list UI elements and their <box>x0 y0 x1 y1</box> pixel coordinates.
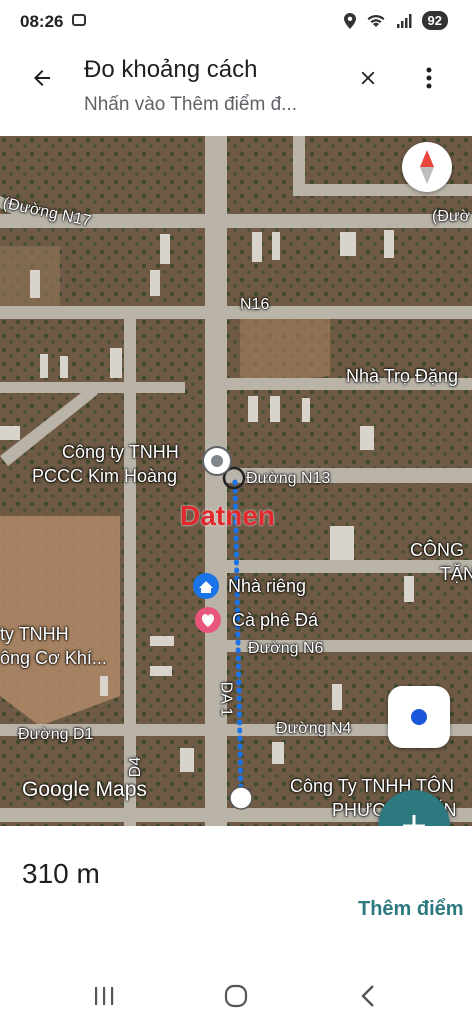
battery-badge: 92 <box>421 11 448 30</box>
place-label-cong-ty-2[interactable]: PCCC Kim Hoàng <box>32 466 177 487</box>
road-label-da1: DA 1 <box>217 681 235 717</box>
place-label-cong-right-2[interactable]: TẶN <box>440 564 472 585</box>
more-options-button[interactable] <box>414 60 444 96</box>
wifi-icon <box>367 14 385 27</box>
close-icon <box>361 71 375 85</box>
status-bar: 08:26 92 <box>0 0 472 44</box>
road-label-d4: D4 <box>127 756 145 778</box>
location-icon <box>343 12 356 29</box>
recent-apps-icon <box>95 987 114 1005</box>
chevron-left-icon <box>361 985 374 1007</box>
home-icon <box>224 984 248 1008</box>
page-title: Đo khoảng cách <box>84 56 258 83</box>
app-bar: Đo khoảng cách Nhấn vào Thêm điểm đ... <box>0 44 472 136</box>
road-label-n13: Đường N13 <box>246 470 331 487</box>
screenshot-icon <box>72 14 86 26</box>
compass-button[interactable] <box>402 142 452 192</box>
system-nav-bar <box>0 968 472 1024</box>
add-point-button[interactable]: Thêm điểm <box>358 898 464 921</box>
satellite-map[interactable]: (Đường N17 (Đườ N16 Đường N13 Đường N6 Đ… <box>0 136 472 826</box>
place-label-cong-ty-1[interactable]: Công ty TNHH <box>62 442 179 463</box>
status-icons: 92 <box>343 11 448 30</box>
more-vert-icon <box>426 67 432 89</box>
recent-apps-button[interactable] <box>84 980 124 1012</box>
road-label-d1: Đường D1 <box>18 726 94 743</box>
back-button[interactable] <box>24 60 60 96</box>
my-location-button[interactable] <box>388 686 450 748</box>
place-label-ty-tnhh[interactable]: ty TNHH <box>0 624 69 645</box>
signal-icon <box>396 13 412 28</box>
google-maps-logo: Google Maps <box>22 778 147 801</box>
compass-icon <box>420 150 434 184</box>
road-label-n6: Đường N6 <box>248 640 324 657</box>
place-label-ca-phe[interactable]: Cà phê Đá <box>232 610 318 631</box>
back-nav-button[interactable] <box>348 980 388 1012</box>
road-label-n17-right: (Đườ <box>432 208 471 225</box>
road-label-n4: Đường N4 <box>276 720 352 737</box>
road-label-n16: N16 <box>240 296 270 313</box>
status-time: 08:26 <box>20 12 64 31</box>
place-label-cong-right-1[interactable]: CÔNG <box>410 540 464 561</box>
close-button[interactable] <box>350 60 386 96</box>
home-button[interactable] <box>216 980 256 1012</box>
place-label-nha-tro[interactable]: Nhà Trọ Đặng <box>346 366 458 387</box>
place-label-co-khi[interactable]: ông Cơ Khí... <box>0 648 107 669</box>
watermark-logo: Datnen <box>180 500 275 531</box>
plus-icon <box>403 815 425 826</box>
page-subtitle: Nhấn vào Thêm điểm đ... <box>84 94 297 115</box>
place-label-nha-rieng[interactable]: Nhà riêng <box>228 576 306 597</box>
arrow-back-icon <box>34 70 50 86</box>
my-location-icon <box>411 709 427 725</box>
measured-distance: 310 m <box>22 858 100 889</box>
